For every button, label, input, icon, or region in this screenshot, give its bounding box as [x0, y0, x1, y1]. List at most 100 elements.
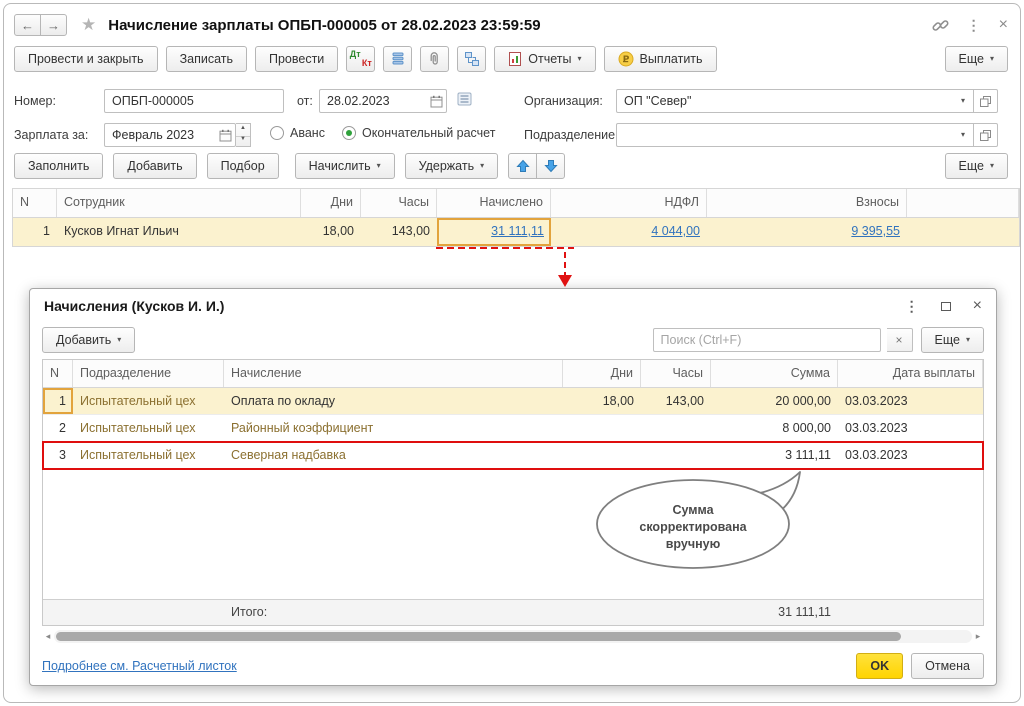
annotation-arrow: [434, 245, 594, 293]
col-accrued[interactable]: Начислено: [437, 189, 551, 217]
scroll-left-icon[interactable]: ◂: [42, 630, 54, 643]
document-journal-button[interactable]: [457, 92, 472, 109]
department-combo[interactable]: ▾: [616, 123, 998, 147]
fill-button[interactable]: Заполнить: [14, 153, 103, 179]
ndfl-cell[interactable]: 4 044,00: [551, 218, 707, 246]
scroll-right-icon[interactable]: ▸: [972, 630, 984, 643]
move-row-up-button[interactable]: [508, 153, 537, 179]
more-button-table[interactable]: Еще ▾: [945, 153, 1008, 179]
page-title: Начисление зарплаты ОПБП-000005 от 28.02…: [108, 17, 540, 34]
chevron-down-icon[interactable]: ▾: [953, 97, 973, 105]
ndfl-link[interactable]: 4 044,00: [651, 224, 700, 238]
accrual-value: Оплата по окладу: [224, 388, 563, 414]
col-days[interactable]: Дни: [563, 360, 641, 387]
period-input[interactable]: Февраль 2023: [104, 123, 236, 147]
attachments-button[interactable]: [420, 46, 449, 72]
ok-button[interactable]: OK: [856, 653, 903, 679]
dialog-title-bar: Начисления (Кусков И. И.) ⋮ ×: [30, 289, 996, 323]
dialog-maximize-button[interactable]: [941, 302, 951, 311]
dialog-close-button[interactable]: ×: [973, 297, 982, 315]
add-label: Добавить: [56, 333, 111, 347]
svg-text:P: P: [622, 55, 629, 65]
advance-radio[interactable]: Аванс: [270, 126, 325, 140]
col-accrual[interactable]: Начисление: [224, 360, 563, 387]
register-records-button[interactable]: [383, 46, 412, 72]
save-button[interactable]: Записать: [166, 46, 247, 72]
chevron-down-icon: ▾: [990, 162, 994, 170]
favorite-star-icon[interactable]: ★: [81, 15, 96, 35]
contributions-link[interactable]: 9 395,55: [851, 224, 900, 238]
report-icon: [508, 51, 522, 67]
pick-button[interactable]: Подбор: [207, 153, 279, 179]
chevron-down-icon: ▾: [377, 162, 381, 170]
dialog-add-button[interactable]: Добавить ▾: [42, 327, 135, 353]
more-button-top[interactable]: Еще ▾: [945, 46, 1008, 72]
search-clear-button[interactable]: ×: [887, 328, 913, 352]
col-hours[interactable]: Часы: [361, 189, 437, 217]
post-button[interactable]: Провести: [255, 46, 338, 72]
payslip-link[interactable]: Подробнее см. Расчетный листок: [42, 659, 237, 673]
period-value: Февраль 2023: [105, 124, 215, 146]
dialog-menu-button[interactable]: ⋮: [905, 298, 919, 315]
employees-table: N Сотрудник Дни Часы Начислено НДФЛ Взно…: [12, 188, 1020, 247]
period-calendar-button[interactable]: [215, 129, 235, 142]
date-label: от:: [297, 88, 313, 114]
add-row-button[interactable]: Добавить: [113, 153, 196, 179]
title-bar: ← → ★ Начисление зарплаты ОПБП-000005 от…: [14, 10, 1008, 40]
contributions-cell[interactable]: 9 395,55: [707, 218, 907, 246]
withhold-button[interactable]: Удержать ▾: [405, 153, 498, 179]
search-input[interactable]: [654, 333, 880, 347]
department-open-button[interactable]: [973, 124, 997, 146]
table-row[interactable]: 1 Кусков Игнат Ильич 18,00 143,00 31 111…: [13, 218, 1019, 246]
col-pay-date[interactable]: Дата выплаты: [838, 360, 983, 387]
back-button[interactable]: ←: [14, 14, 41, 36]
window-menu-button[interactable]: ⋮: [967, 17, 981, 34]
pay-button[interactable]: P Выплатить: [604, 46, 717, 72]
date-input[interactable]: 28.02.2023: [319, 89, 447, 113]
final-settlement-radio[interactable]: Окончательный расчет: [342, 126, 495, 140]
chevron-down-icon[interactable]: ▾: [953, 131, 973, 139]
ellipsis-icon: ⋮: [967, 17, 981, 34]
col-hours[interactable]: Часы: [641, 360, 711, 387]
move-row-down-button[interactable]: [536, 153, 565, 179]
period-stepper[interactable]: ▲ ▼: [236, 123, 251, 147]
forward-button[interactable]: →: [40, 14, 67, 36]
col-n[interactable]: N: [43, 360, 73, 387]
accrue-button[interactable]: Начислить ▾: [295, 153, 395, 179]
accrued-cell-selected[interactable]: 31 111,11: [437, 218, 551, 246]
organization-combo[interactable]: ОП "Север" ▾: [616, 89, 998, 113]
pay-date-value: 03.03.2023: [838, 415, 983, 441]
dialog-more-button[interactable]: Еще ▾: [921, 327, 984, 353]
reports-button[interactable]: Отчеты ▾: [494, 46, 595, 72]
organization-label: Организация:: [524, 88, 603, 114]
screen: ← → ★ Начисление зарплаты ОПБП-000005 от…: [0, 0, 1024, 706]
accrual-row[interactable]: 2 Испытательный цех Районный коэффициент…: [43, 415, 983, 442]
accrual-row[interactable]: 1 Испытательный цех Оплата по окладу 18,…: [43, 388, 983, 415]
related-documents-button[interactable]: [457, 46, 486, 72]
col-department[interactable]: Подразделение: [73, 360, 224, 387]
col-days[interactable]: Дни: [301, 189, 361, 217]
document-window: ← → ★ Начисление зарплаты ОПБП-000005 от…: [3, 3, 1021, 703]
accrual-row-highlighted[interactable]: 3 Испытательный цех Северная надбавка 3 …: [43, 442, 983, 469]
scrollbar-track[interactable]: [54, 630, 972, 643]
accruals-table: N Подразделение Начисление Дни Часы Сумм…: [42, 359, 984, 626]
window-close-button[interactable]: ×: [999, 16, 1008, 34]
close-icon: ×: [999, 16, 1008, 34]
col-n[interactable]: N: [13, 189, 57, 217]
calendar-picker-button[interactable]: [426, 95, 446, 108]
chevron-down-icon: ▾: [480, 162, 484, 170]
accrual-value: Северная надбавка: [224, 442, 563, 468]
horizontal-scrollbar[interactable]: ◂ ▸: [42, 630, 984, 643]
cancel-button[interactable]: Отмена: [911, 653, 984, 679]
get-link-button[interactable]: [932, 17, 949, 34]
col-sum[interactable]: Сумма: [711, 360, 838, 387]
post-and-close-button[interactable]: Провести и закрыть: [14, 46, 158, 72]
scrollbar-thumb[interactable]: [56, 632, 901, 641]
number-input[interactable]: ОПБП-000005: [104, 89, 284, 113]
dtkt-postings-button[interactable]: ДтКт: [346, 46, 375, 72]
accrued-link[interactable]: 31 111,11: [491, 224, 544, 238]
col-employee[interactable]: Сотрудник: [57, 189, 301, 217]
col-ndfl[interactable]: НДФЛ: [551, 189, 707, 217]
col-contributions[interactable]: Взносы: [707, 189, 907, 217]
organization-open-button[interactable]: [973, 90, 997, 112]
